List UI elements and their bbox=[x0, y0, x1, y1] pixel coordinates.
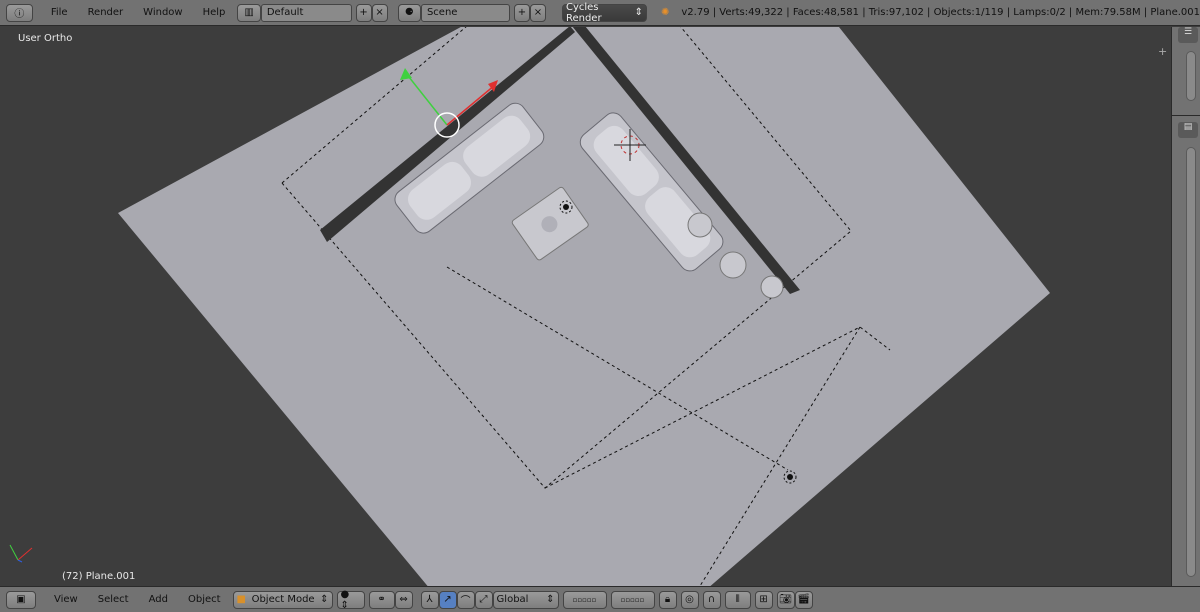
render-opengl-image-button[interactable]: 📷︎ bbox=[776, 590, 795, 609]
layers-grid-1[interactable]: ▫▫▫▫▫ bbox=[562, 590, 607, 609]
add-scene-button[interactable]: + bbox=[513, 3, 530, 22]
menu-window[interactable]: Window bbox=[135, 7, 190, 18]
screen-layout-field[interactable]: Default bbox=[260, 3, 352, 22]
transform-manipulator-toggle[interactable]: ⅄ bbox=[420, 590, 439, 609]
blender-logo-icon: ✺ bbox=[660, 7, 670, 18]
scene-icon-button[interactable]: ⚈ bbox=[397, 3, 421, 22]
object-cube-icon: ■ bbox=[236, 594, 246, 605]
orientation-label: Global bbox=[496, 594, 529, 605]
screen-layout-icon-button[interactable]: ▥ bbox=[237, 3, 261, 22]
menu-select[interactable]: Select bbox=[90, 594, 137, 605]
menu-file[interactable]: File bbox=[43, 7, 76, 18]
ball-object bbox=[760, 275, 784, 299]
menu-add[interactable]: Add bbox=[141, 594, 176, 605]
scene-render bbox=[9, 27, 1050, 586]
render-engine-dropdown[interactable]: Cycles Render ⇕ bbox=[561, 1, 647, 24]
menu-view[interactable]: View bbox=[46, 594, 86, 605]
remove-scene-button[interactable]: × bbox=[529, 3, 546, 22]
lock-layers-button[interactable]: 🔒︎ bbox=[658, 590, 677, 609]
ball-object bbox=[687, 212, 713, 238]
outliner-scrollbar[interactable] bbox=[1186, 51, 1196, 101]
snap-element-dropdown[interactable]: ⫴ bbox=[724, 590, 751, 609]
manipulator-toggle[interactable]: ⇔ bbox=[394, 590, 413, 609]
transform-orientation-dropdown[interactable]: Global ⇕ bbox=[492, 590, 559, 609]
properties-editor-button[interactable]: ▤ bbox=[1178, 122, 1198, 138]
mode-label: Object Mode bbox=[251, 594, 315, 605]
proportional-edit-button[interactable]: ◎ bbox=[680, 590, 699, 609]
properties-scrollbar[interactable] bbox=[1186, 147, 1196, 577]
view-name-label: User Ortho bbox=[18, 33, 73, 44]
top-header: ⓘ File Render Window Help ▥ Default + × … bbox=[0, 0, 1200, 26]
axis-orientation-icon bbox=[9, 544, 33, 563]
right-side-panels: ☰ ▤ bbox=[1171, 27, 1200, 586]
editor-type-3d-view-button[interactable]: ▣ bbox=[6, 590, 36, 609]
menu-render[interactable]: Render bbox=[80, 7, 132, 18]
scale-manipulator-button[interactable]: ⤢ bbox=[474, 590, 493, 609]
remove-layout-button[interactable]: × bbox=[371, 3, 388, 22]
pivot-point-dropdown[interactable]: ⚭ bbox=[368, 590, 395, 609]
layers-grid-2[interactable]: ▫▫▫▫▫ bbox=[610, 590, 655, 609]
dropdown-arrows-icon: ⇕ bbox=[320, 594, 329, 605]
render-opengl-animation-button[interactable]: 🎬︎ bbox=[794, 590, 813, 609]
viewport-shading-dropdown[interactable]: ● ⇕ bbox=[336, 589, 365, 611]
editor-type-info-button[interactable]: ⓘ bbox=[6, 3, 33, 22]
scene-field[interactable]: Scene bbox=[420, 3, 510, 22]
menu-object[interactable]: Object bbox=[180, 594, 229, 605]
render-engine-label: Cycles Render bbox=[565, 1, 602, 24]
active-object-label: (72) Plane.001 bbox=[62, 571, 136, 582]
menu-help[interactable]: Help bbox=[195, 7, 234, 18]
outliner-editor-button[interactable]: ☰ bbox=[1178, 27, 1198, 43]
snap-target-button[interactable]: ⊞ bbox=[754, 590, 773, 609]
dropdown-arrows-icon: ⇕ bbox=[634, 7, 643, 18]
floor-plane bbox=[118, 27, 1050, 586]
3d-viewport[interactable] bbox=[0, 27, 1170, 586]
snap-toggle-button[interactable]: ∩ bbox=[702, 590, 721, 609]
info-icon: ⓘ bbox=[14, 9, 25, 20]
rotate-manipulator-button[interactable]: ⌒ bbox=[456, 590, 475, 609]
viewport-add-region-icon[interactable]: + bbox=[1158, 45, 1167, 58]
ball-object bbox=[719, 251, 747, 279]
viewport-header: ▣ View Select Add Object ■ Object Mode ⇕ ●… bbox=[0, 586, 1200, 612]
dropdown-arrows-icon: ⇕ bbox=[546, 594, 555, 605]
add-layout-button[interactable]: + bbox=[355, 3, 372, 22]
scene-stats: v2.79 | Verts:49,322 | Faces:48,581 | Tr… bbox=[681, 7, 1200, 18]
mode-dropdown[interactable]: ■ Object Mode ⇕ bbox=[232, 590, 333, 609]
translate-manipulator-button[interactable]: ↗ bbox=[438, 590, 457, 609]
